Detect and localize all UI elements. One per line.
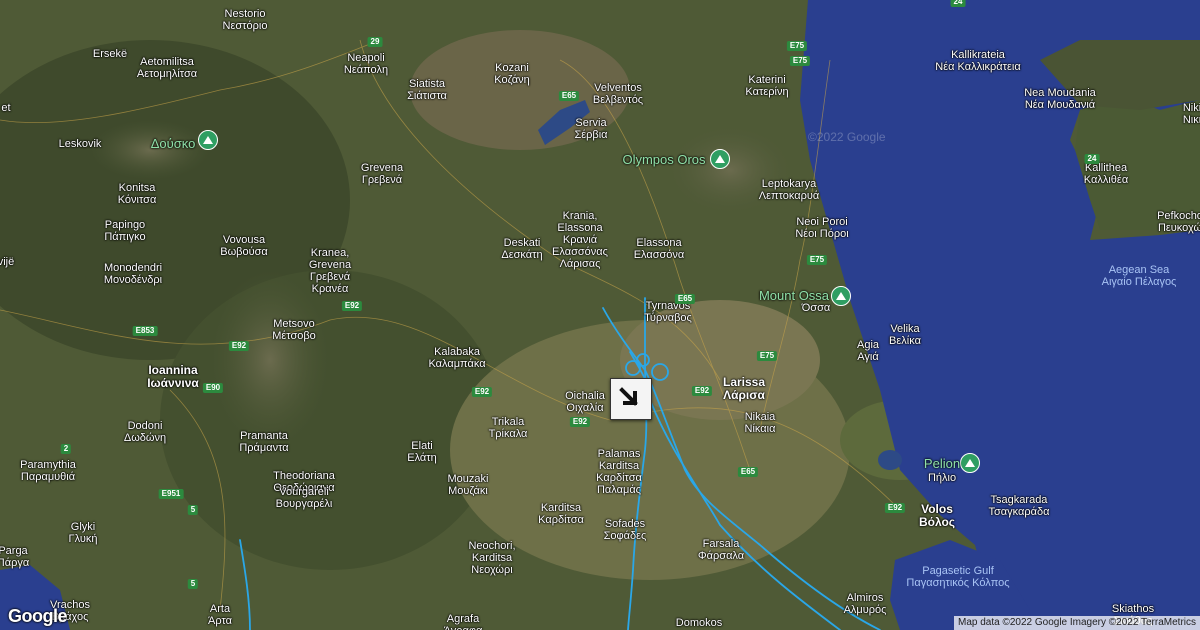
road-shield-s853: E853 (132, 326, 158, 336)
place-label-kallikrateia[interactable]: Kallikrateia Νέα Καλλικράτεια (935, 49, 1020, 73)
place-label-vovousa[interactable]: Vovousa Βωβούσα (220, 234, 268, 258)
place-label-et[interactable]: et (1, 102, 10, 114)
place-label-nea_moudania[interactable]: Nea Moudania Νέα Μουδανιά (1024, 87, 1096, 111)
mountain-icon[interactable] (198, 130, 218, 150)
place-label-ioannina[interactable]: Ioannina Ιωάννινα (147, 364, 199, 390)
place-label-karditsa[interactable]: Karditsa Καρδίτσα (538, 502, 584, 526)
place-label-agrafa[interactable]: AgrafaΆγραφα (444, 613, 483, 630)
place-label-paramythia[interactable]: Paramythia Παραμυθιά (20, 459, 76, 483)
place-label-kozani[interactable]: Kozani Κοζάνη (494, 62, 529, 86)
place-label-metsovo[interactable]: Metsovo Μέτσοβο (272, 318, 316, 342)
place-label-vourgareli[interactable]: Vourgareli Βουργαρέλι (276, 486, 333, 510)
water-label-pagasetic: Pagasetic Gulf Παγασητικός Κόλπος (906, 565, 1010, 589)
place-label-farsala[interactable]: Farsala Φάρσαλα (698, 538, 744, 562)
place-label-domokos[interactable]: Domokos (676, 617, 722, 629)
peak-label-ossa[interactable]: Mount Ossa (759, 288, 829, 303)
road-shield-s92d: E92 (569, 417, 591, 427)
map-watermark: ©2022 Google (808, 130, 886, 144)
peak-label-olympos[interactable]: Olympos Oros (622, 152, 705, 167)
road-shield-s29: 29 (367, 37, 383, 47)
place-label-pefkochori[interactable]: Pefkocho Πευκοχώ (1157, 210, 1200, 234)
place-label-parga[interactable]: Parga Πάργα (0, 545, 29, 569)
road-shield-s951: E951 (158, 489, 184, 499)
place-label-nikaia[interactable]: Nikaia Νίκαια (745, 411, 776, 435)
arrow-southeast-icon (619, 387, 638, 406)
google-logo[interactable]: Google (8, 606, 68, 627)
road-shield-s75d: E75 (756, 351, 778, 361)
road-shield-s92f: E92 (884, 503, 906, 513)
map-view[interactable]: ©2022 Google Nestorio Νεστόριο Ersekë Aetom… (0, 0, 1200, 630)
mountain-icon[interactable] (710, 149, 730, 169)
place-label-elati[interactable]: Elati Ελάτη (407, 440, 437, 464)
place-label-kranea[interactable]: Kranea, Grevena Γρεβενά Κρανέα (309, 247, 351, 295)
place-label-agia[interactable]: Agia Αγιά (857, 339, 879, 363)
place-label-niki[interactable]: Niki Νικι (1183, 102, 1200, 126)
place-label-deskati[interactable]: Deskati Δεσκάτη (501, 237, 542, 261)
place-label-katerini[interactable]: Katerini Κατερίνη (745, 74, 788, 98)
road-shield-s75b: E75 (786, 41, 808, 51)
place-label-krania[interactable]: Krania, Elassona Κρανιά Ελασσόνας Λάρισας (552, 210, 608, 270)
place-label-glyki[interactable]: Glyki Γλυκή (69, 521, 98, 545)
road-shield-s75c: E75 (806, 255, 828, 265)
place-label-neochori[interactable]: Neochori, Karditsa Νεοχώρι (468, 540, 515, 576)
place-label-monodendri[interactable]: Monodendri Μονοδένδρι (104, 262, 162, 286)
road-shield-s90: E90 (202, 383, 224, 393)
place-label-nestorio[interactable]: Nestorio Νεστόριο (223, 8, 268, 32)
place-label-elassona[interactable]: Elassona Ελασσόνα (634, 237, 685, 261)
place-label-velventos[interactable]: Velventos Βελβεντός (593, 82, 643, 106)
place-label-neoi_poroi[interactable]: Neoi Poroi Νέοι Πόροι (795, 216, 848, 240)
place-label-arta[interactable]: Arta Άρτα (208, 603, 232, 627)
place-label-mouzaki[interactable]: Mouzaki Μουζάκι (448, 473, 489, 497)
place-label-dodoni[interactable]: Dodoni Δωδώνη (124, 420, 166, 444)
place-label-aetomilitsa[interactable]: Aetomilitsa Αετομηλίτσα (137, 56, 197, 80)
road-shield-s24a: 24 (950, 0, 966, 7)
road-shield-s92e: E92 (691, 386, 713, 396)
place-label-larissa[interactable]: Larissa Λάρισα (723, 376, 765, 402)
road-shield-s92a: E92 (341, 301, 363, 311)
mountain-icon[interactable] (960, 453, 980, 473)
place-label-leptokarya[interactable]: Leptokarya Λεπτοκαρυά (759, 178, 820, 202)
road-shield-s92b: E92 (228, 341, 250, 351)
place-label-servia[interactable]: Servia Σέρβια (574, 117, 607, 141)
place-label-konitsa[interactable]: Konitsa Κόνιτσα (118, 182, 157, 206)
place-label-almiros[interactable]: Almiros Αλμυρός (844, 592, 887, 616)
peak-label-dousko[interactable]: Δούσκο (151, 136, 196, 151)
place-label-grevena[interactable]: Grevena Γρεβενά (361, 162, 403, 186)
place-label-trikala[interactable]: Trikala Τρίκαλα (489, 416, 528, 440)
road-shield-s5a: 5 (187, 505, 199, 515)
road-shield-s75a: E75 (789, 56, 811, 66)
mountain-icon[interactable] (831, 286, 851, 306)
road-shield-s24b: 24 (1084, 154, 1100, 164)
road-shield-s65c: E65 (737, 467, 759, 477)
place-label-erseke[interactable]: Ersekë (93, 48, 127, 60)
road-shield-s65a: E65 (558, 91, 580, 101)
peak-label-pelion-gr: Πήλιο (927, 472, 957, 484)
place-label-pramanta[interactable]: Pramanta Πράμαντα (239, 430, 288, 454)
place-label-sofades[interactable]: Sofades Σοφάδες (604, 518, 647, 542)
road-shield-s65b: E65 (674, 294, 696, 304)
road-shield-s92c: E92 (471, 387, 493, 397)
peak-label-pelion[interactable]: Pelion (924, 456, 960, 471)
place-label-kalabaka[interactable]: Kalabaka Καλαμπάκα (428, 346, 485, 370)
peak-label-ossa-gr: Όσσα (801, 302, 831, 314)
place-label-oichalia[interactable]: Oichalia Οιχαλία (565, 390, 605, 414)
place-label-vijë[interactable]: vijë (0, 256, 14, 268)
road-shield-s5b: 5 (187, 579, 199, 589)
place-label-velika[interactable]: Velika Βελίκα (889, 323, 921, 347)
water-label-aegean: Aegean Sea Αιγαίο Πέλαγος (1101, 264, 1177, 288)
map-attribution[interactable]: Map data ©2022 Google Imagery ©2022 Terr… (953, 616, 1200, 630)
place-label-kallithea[interactable]: Kallithea Καλλιθέα (1084, 162, 1128, 186)
place-label-neapoli[interactable]: Neapoli Νεάπολη (344, 52, 388, 76)
place-label-siatista[interactable]: Siatista Σιάτιστα (407, 78, 447, 102)
flight-position-marker[interactable] (610, 378, 652, 420)
place-label-papingo[interactable]: Papingo Πάπιγκο (104, 219, 145, 243)
place-label-palamas[interactable]: Palamas Karditsa Καρδίτσα Παλαμάς (596, 448, 642, 496)
place-label-volos[interactable]: Volos Βόλος (919, 503, 955, 529)
place-label-leskovik[interactable]: Leskovik (59, 138, 102, 150)
place-label-tsagkarada[interactable]: Tsagkarada Τσαγκαράδα (989, 494, 1050, 518)
road-shield-s2: 2 (60, 444, 72, 454)
